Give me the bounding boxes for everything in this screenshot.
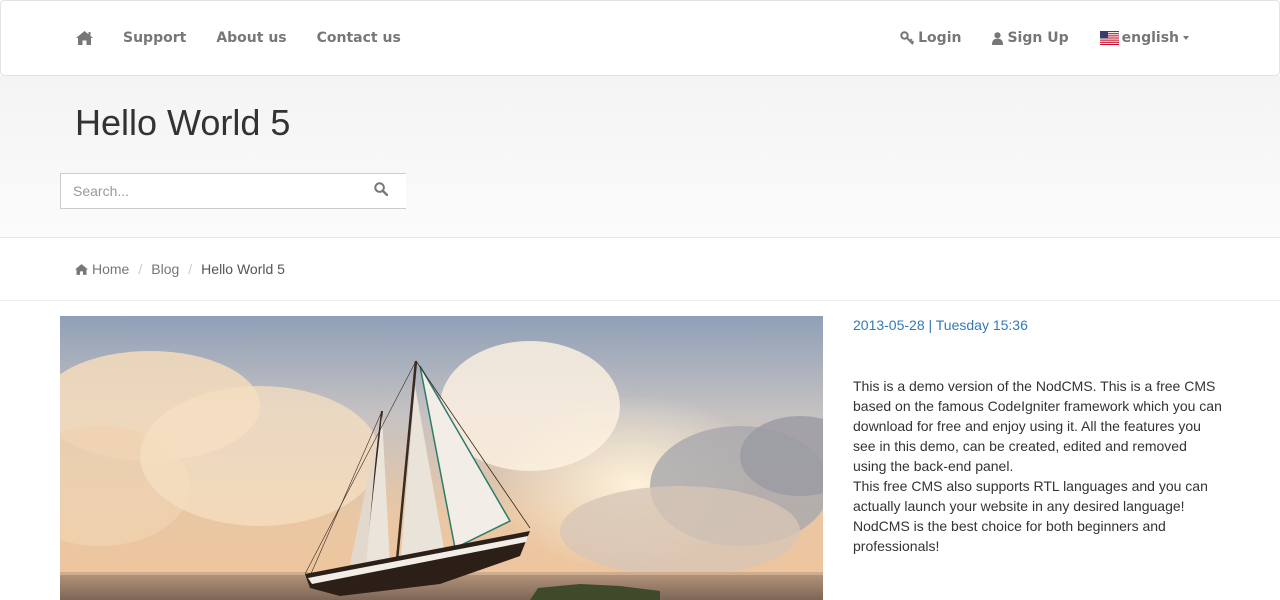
user-icon xyxy=(992,31,1004,45)
login-link[interactable]: Login xyxy=(900,30,961,46)
search-input[interactable] xyxy=(61,174,361,208)
post-paragraph: NodCMS is the best choice for both begin… xyxy=(853,518,1166,554)
nav-right-group: Login Sign Up english xyxy=(869,1,1189,75)
search-icon[interactable] xyxy=(374,182,392,200)
post-date: 2013-05-28 | Tuesday 15:36 xyxy=(853,317,1028,333)
breadcrumb-home-label: Home xyxy=(92,261,130,277)
signup-label: Sign Up xyxy=(1007,30,1069,46)
breadcrumb-home[interactable]: Home xyxy=(75,261,129,277)
nav-link-about-us[interactable]: About us xyxy=(216,30,286,46)
language-dropdown[interactable]: english xyxy=(1099,30,1189,46)
breadcrumb-blog[interactable]: Blog xyxy=(151,261,179,277)
breadcrumb-current: Hello World 5 xyxy=(201,261,285,277)
breadcrumb: Home / Blog / Hello World 5 xyxy=(75,261,285,277)
page-header: Hello World 5 xyxy=(0,76,1280,238)
top-navbar: Support About us Contact us Login Sign U… xyxy=(0,0,1280,76)
nav-link-contact-us[interactable]: Contact us xyxy=(317,30,401,46)
signup-link[interactable]: Sign Up xyxy=(992,30,1069,46)
post-paragraph: This is a demo version of the NodCMS. Th… xyxy=(853,378,1222,474)
key-icon xyxy=(900,31,915,45)
home-icon[interactable] xyxy=(76,31,93,45)
post-body: This is a demo version of the NodCMS. Th… xyxy=(853,376,1223,556)
breadcrumb-separator: / xyxy=(188,261,193,277)
breadcrumb-bar: Home / Blog / Hello World 5 xyxy=(0,238,1280,301)
nav-link-support[interactable]: Support xyxy=(123,30,186,46)
nav-left-group: Support About us Contact us xyxy=(76,1,431,75)
login-label: Login xyxy=(918,30,962,46)
search-box xyxy=(60,173,406,209)
post-paragraph: This free CMS also supports RTL language… xyxy=(853,478,1208,514)
chevron-down-icon xyxy=(1183,36,1189,40)
breadcrumb-separator: / xyxy=(138,261,143,277)
page-title: Hello World 5 xyxy=(75,102,291,143)
home-icon xyxy=(75,263,88,275)
us-flag-icon xyxy=(1099,31,1119,45)
post-image xyxy=(60,316,823,600)
language-label: english xyxy=(1121,30,1179,46)
